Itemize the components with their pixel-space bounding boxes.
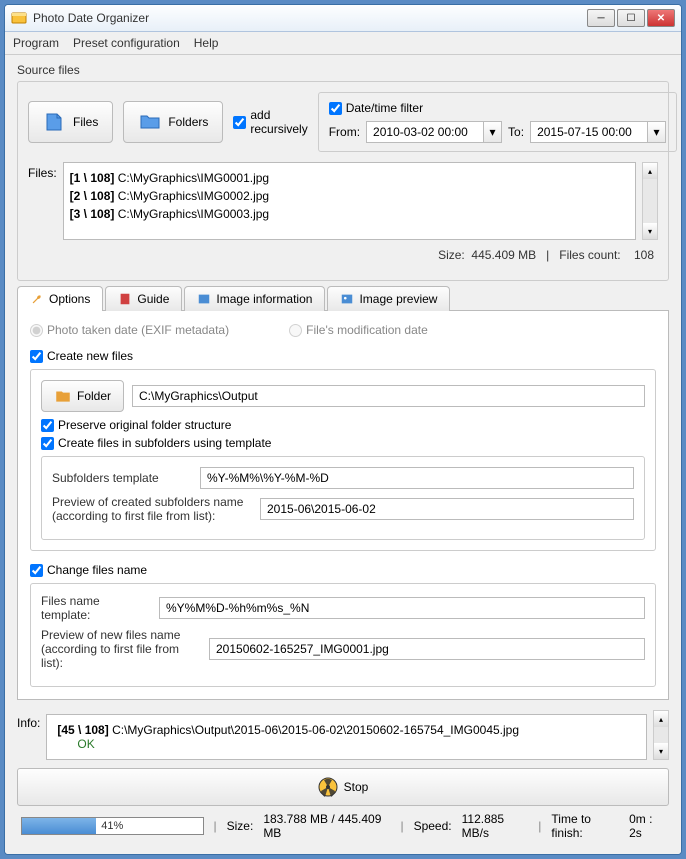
wrench-icon — [30, 292, 44, 306]
list-item[interactable]: [3 \ 108] C:\MyGraphics\IMG0003.jpg — [70, 205, 629, 223]
source-files-label: Source files — [17, 63, 669, 77]
info-label: Info: — [17, 710, 40, 760]
window-controls: ─ ☐ ✕ — [587, 9, 675, 27]
preserve-structure-checkbox[interactable]: Preserve original folder structure — [41, 418, 645, 432]
scroll-down-icon[interactable]: ▾ — [654, 743, 668, 759]
to-datetime[interactable]: ▾ — [530, 121, 666, 143]
datetime-filter-group: Date/time filter From: ▾ To: ▾ — [318, 92, 677, 152]
files-name-preview-input[interactable] — [209, 638, 645, 660]
files-name-template-label: Files name template: — [41, 594, 151, 622]
files-name-template-input[interactable] — [159, 597, 645, 619]
subfolders-preview-label: Preview of created subfolders name (acco… — [52, 495, 252, 523]
chevron-down-icon[interactable]: ▾ — [648, 121, 666, 143]
folder-button[interactable]: Folder — [41, 380, 124, 412]
from-label: From: — [329, 125, 360, 139]
chevron-down-icon[interactable]: ▾ — [484, 121, 502, 143]
files-list-label: Files: — [28, 162, 57, 240]
image-info-icon — [197, 292, 211, 306]
scrollbar[interactable]: ▴ ▾ — [653, 710, 669, 760]
source-files-group: Files Folders add recursively Date/time … — [17, 81, 669, 281]
tab-guide[interactable]: Guide — [105, 286, 182, 311]
menu-program[interactable]: Program — [13, 36, 59, 50]
files-icon — [43, 110, 67, 134]
datetime-filter-checkbox[interactable]: Date/time filter — [329, 101, 666, 115]
files-stats: Size: 445.409 MB | Files count: 108 — [28, 240, 658, 270]
photo-taken-date-radio[interactable]: Photo taken date (EXIF metadata) — [30, 323, 229, 337]
info-box: [45 \ 108] C:\MyGraphics\Output\2015-06\… — [46, 714, 647, 760]
scroll-down-icon[interactable]: ▾ — [643, 223, 657, 239]
options-panel: Photo taken date (EXIF metadata) File's … — [17, 310, 669, 700]
book-icon — [118, 292, 132, 306]
scroll-up-icon[interactable]: ▴ — [643, 163, 657, 179]
create-new-files-group: Folder Preserve original folder structur… — [30, 369, 656, 551]
files-button[interactable]: Files — [28, 101, 113, 143]
change-files-name-checkbox[interactable]: Change files name — [30, 563, 656, 577]
list-item[interactable]: [2 \ 108] C:\MyGraphics\IMG0002.jpg — [70, 187, 629, 205]
list-item[interactable]: [1 \ 108] C:\MyGraphics\IMG0001.jpg — [70, 169, 629, 187]
minimize-button[interactable]: ─ — [587, 9, 615, 27]
subfolders-template-checkbox[interactable]: Create files in subfolders using templat… — [41, 436, 645, 450]
status-bar: 41% | Size: 183.788 MB / 445.409 MB | Sp… — [17, 806, 669, 846]
menubar: Program Preset configuration Help — [5, 32, 681, 55]
folders-icon — [138, 110, 162, 134]
scroll-up-icon[interactable]: ▴ — [654, 711, 668, 727]
tab-image-information[interactable]: Image information — [184, 286, 325, 311]
app-window: Photo Date Organizer ─ ☐ ✕ Program Prese… — [4, 4, 682, 855]
tab-image-preview[interactable]: Image preview — [327, 286, 450, 311]
add-recursively-checkbox[interactable]: add recursively — [233, 108, 307, 136]
tabs: Options Guide Image information Image pr… — [17, 285, 669, 310]
image-preview-icon — [340, 292, 354, 306]
subfolders-template-group: Subfolders template Preview of created s… — [41, 456, 645, 540]
menu-preset[interactable]: Preset configuration — [73, 36, 180, 50]
change-files-name-group: Files name template: Preview of new file… — [30, 583, 656, 687]
scrollbar[interactable]: ▴ ▾ — [642, 162, 658, 240]
subfolders-preview-input[interactable] — [260, 498, 634, 520]
close-button[interactable]: ✕ — [647, 9, 675, 27]
output-folder-input[interactable] — [132, 385, 645, 407]
to-label: To: — [508, 125, 524, 139]
from-datetime[interactable]: ▾ — [366, 121, 502, 143]
status-ok: OK — [77, 737, 636, 751]
files-list[interactable]: [1 \ 108] C:\MyGraphics\IMG0001.jpg [2 \… — [63, 162, 636, 240]
subfolders-template-label: Subfolders template — [52, 471, 192, 485]
app-icon — [11, 10, 27, 26]
folder-icon — [54, 387, 72, 405]
subfolders-template-input[interactable] — [200, 467, 634, 489]
tab-options[interactable]: Options — [17, 286, 103, 311]
content: Source files Files Folders add recursive… — [5, 55, 681, 854]
create-new-files-checkbox[interactable]: Create new files — [30, 349, 656, 363]
menu-help[interactable]: Help — [194, 36, 219, 50]
modification-date-radio[interactable]: File's modification date — [289, 323, 428, 337]
radiation-icon — [318, 777, 338, 797]
folders-button[interactable]: Folders — [123, 101, 223, 143]
maximize-button[interactable]: ☐ — [617, 9, 645, 27]
files-name-preview-label: Preview of new files name (according to … — [41, 628, 201, 670]
stop-button[interactable]: Stop — [17, 768, 669, 806]
titlebar[interactable]: Photo Date Organizer ─ ☐ ✕ — [5, 5, 681, 32]
window-title: Photo Date Organizer — [33, 11, 587, 25]
progress-bar: 41% — [21, 817, 204, 835]
